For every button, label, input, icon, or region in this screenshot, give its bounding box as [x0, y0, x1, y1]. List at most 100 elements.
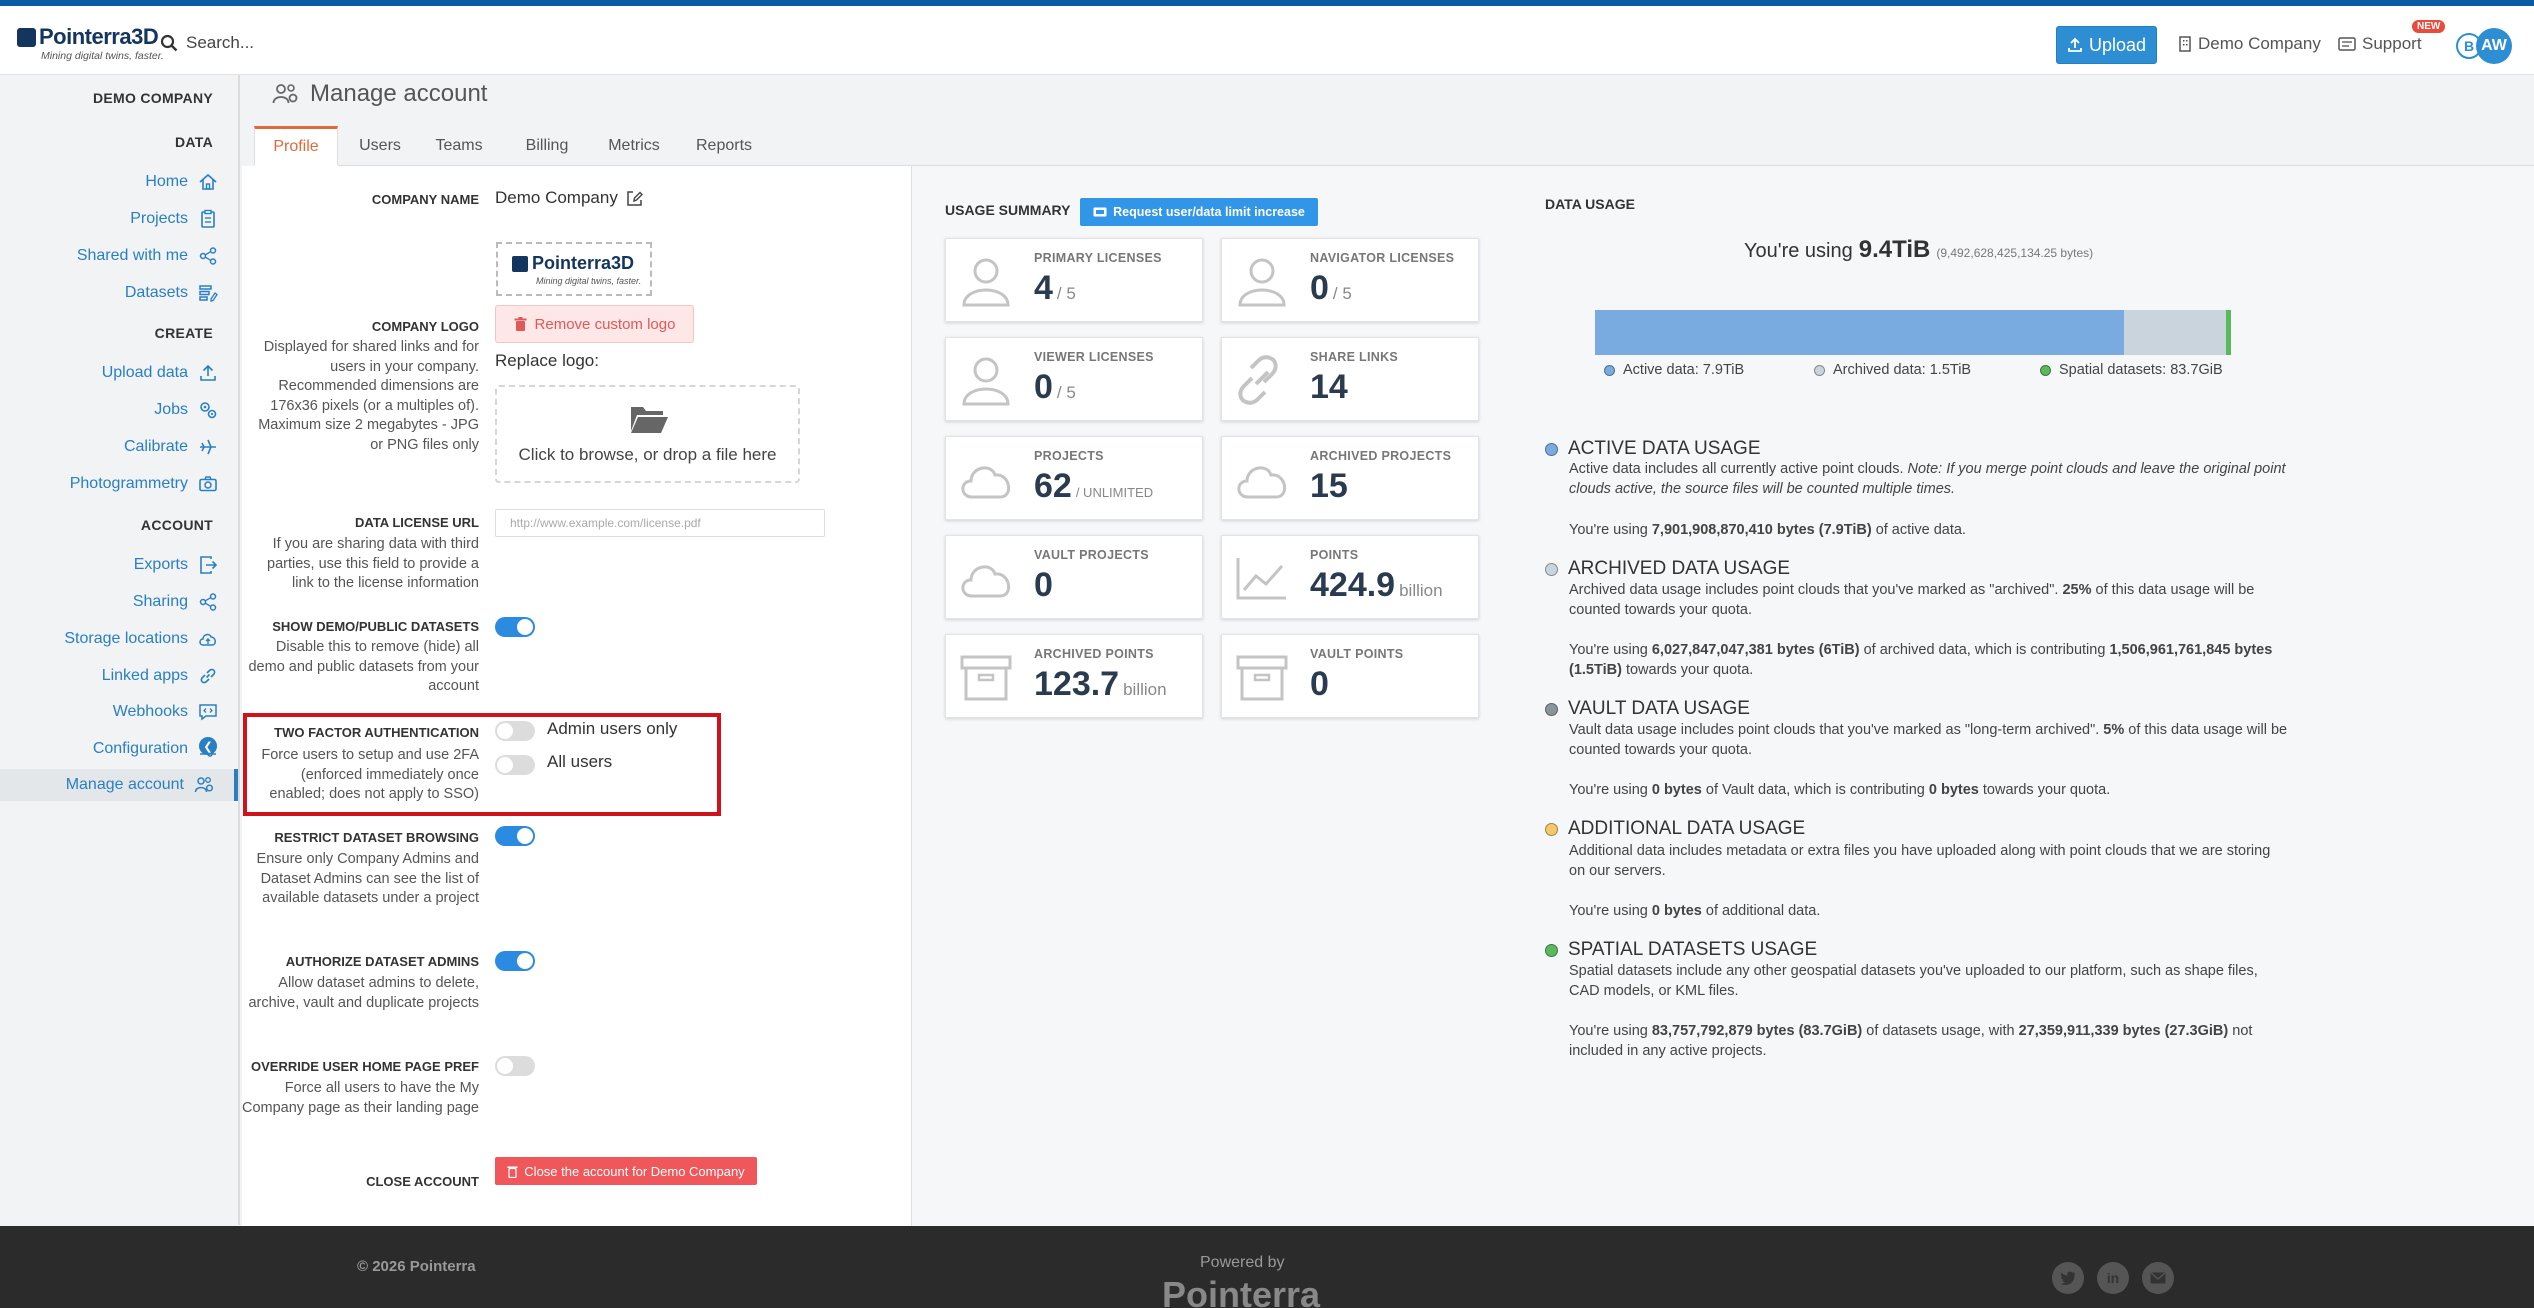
restrict-browsing-toggle[interactable] [495, 826, 535, 846]
sidebar-item-upload-data[interactable]: Upload data [102, 359, 218, 387]
archive-icon [958, 651, 1014, 703]
two-factor-help: Force users to setup and use 2FA (enforc… [261, 747, 479, 802]
remove-logo-button[interactable]: Remove custom logo [495, 305, 694, 343]
link-icon [1234, 354, 1290, 406]
active-usage-stat: You're using 7,901,908,870,410 bytes (7.… [1569, 522, 1966, 538]
override-home-toggle[interactable] [495, 1056, 535, 1076]
request-limit-button[interactable]: Request user/data limit increase [1080, 198, 1318, 226]
sidebar-item-jobs[interactable]: Jobs [154, 396, 218, 424]
logo-dropzone[interactable]: Click to browse, or drop a file here [495, 385, 800, 483]
linkedin-icon[interactable]: in [2097, 1262, 2129, 1294]
archive-icon [1234, 651, 1290, 703]
new-badge: NEW [2412, 20, 2446, 33]
card-value: 424.9 billion [1310, 566, 1443, 604]
sidebar-item-linked-apps[interactable]: Linked apps [102, 662, 218, 690]
bar-segment-spatial [2226, 310, 2231, 355]
usage-card-viewer-licenses: VIEWER LICENSES 0/ 5 [945, 337, 1203, 421]
clipboard-icon [201, 209, 215, 228]
sidebar-item-home[interactable]: Home [145, 168, 218, 196]
user-icon [958, 255, 1014, 307]
plane-icon [200, 439, 216, 455]
usage-card-archived-projects: ARCHIVED PROJECTS 15 [1221, 436, 1479, 520]
legend-active: Active data: 7.9TiB [1604, 362, 1744, 378]
additional-usage-heading: ADDITIONAL DATA USAGE [1545, 818, 1805, 840]
account-tabs: Profile Users Teams Billing Metrics Repo… [254, 126, 2534, 166]
usage-card-primary-licenses: PRIMARY LICENSES 4/ 5 [945, 238, 1203, 322]
usage-summary-title: USAGE SUMMARY [945, 202, 1071, 218]
authorize-admins-toggle[interactable] [495, 951, 535, 971]
edit-icon[interactable] [626, 190, 643, 207]
usage-card-vault-points: VAULT POINTS 0 [1221, 634, 1479, 718]
data-usage-total: You're using 9.4TiB (9,492,628,425,134.2… [1744, 236, 2094, 263]
tab-billing[interactable]: Billing [504, 126, 590, 166]
tab-profile[interactable]: Profile [254, 126, 338, 166]
cogs-icon [200, 402, 217, 419]
usage-card-archived-points: ARCHIVED POINTS 123.7 billion [945, 634, 1203, 718]
sidebar-item-manage-account[interactable]: Manage account [0, 769, 238, 801]
pointerra-logo[interactable]: Pointerra3D Mining digital twins, faster… [17, 24, 164, 64]
two-factor-admin-toggle[interactable] [495, 721, 535, 741]
trash-icon [514, 316, 527, 331]
share-nodes-icon [199, 247, 217, 265]
cloud-upload-icon [199, 633, 216, 646]
sidebar-item-shared-with-me[interactable]: Shared with me [77, 242, 218, 270]
card-title: VIEWER LICENSES [1034, 350, 1154, 364]
card-value: 123.7 billion [1034, 665, 1167, 703]
footer-copyright: © 2026 Pointerra [357, 1258, 476, 1275]
sidebar-item-datasets[interactable]: Datasets [125, 279, 218, 307]
spatial-usage-heading: SPATIAL DATASETS USAGE [1545, 939, 1817, 961]
close-account-button[interactable]: Close the account for Demo Company [495, 1157, 757, 1185]
usage-card-points: POINTS 424.9 billion [1221, 535, 1479, 619]
sidebar-item-webhooks[interactable]: Webhooks [113, 698, 218, 726]
sidebar-item-storage-locations[interactable]: Storage locations [64, 625, 218, 653]
sidebar-item-projects[interactable]: Projects [130, 205, 218, 233]
legend-dot-spatial [2040, 364, 2051, 376]
usage-card-navigator-licenses: NAVIGATOR LICENSES 0/ 5 [1221, 238, 1479, 322]
trash-icon [507, 1166, 518, 1178]
archived-usage-dot [1545, 562, 1558, 576]
sidebar-section-data: DATA [174, 134, 213, 150]
demo-datasets-toggle[interactable] [495, 617, 535, 637]
cloud-icon [958, 552, 1014, 604]
search-box[interactable]: Search... [160, 28, 254, 58]
sidebar-item-photogrammetry[interactable]: Photogrammetry [70, 470, 218, 498]
card-title: NAVIGATOR LICENSES [1310, 251, 1455, 265]
upload-button[interactable]: Upload [2056, 26, 2157, 64]
collapse-sidebar-icon[interactable]: ❮ [199, 737, 217, 755]
page-title: Manage account [272, 80, 487, 108]
override-home-label: OVERRIDE USER HOME PAGE PREF [250, 1059, 479, 1074]
footer-brand[interactable]: Pointerra [1162, 1274, 1320, 1308]
sidebar-item-calibrate[interactable]: Calibrate [124, 433, 218, 461]
cloud-icon [1234, 453, 1290, 505]
legend-spatial: Spatial datasets: 83.7GiB [2040, 362, 2223, 378]
authorize-admins-label: AUTHORIZE DATASET ADMINS [285, 954, 479, 969]
tab-metrics[interactable]: Metrics [590, 126, 678, 166]
tab-reports[interactable]: Reports [680, 126, 768, 166]
active-usage-heading: ACTIVE DATA USAGE [1545, 438, 1761, 460]
sidebar-item-sharing[interactable]: Sharing [133, 588, 218, 616]
tab-teams[interactable]: Teams [420, 126, 498, 166]
twitter-icon[interactable] [2052, 1262, 2084, 1294]
data-license-input[interactable]: http://www.example.com/license.pdf [495, 509, 825, 537]
ticket-icon [1093, 207, 1107, 217]
legend-dot-archived [1814, 364, 1825, 376]
email-icon[interactable] [2142, 1262, 2174, 1294]
card-value: 0 [1310, 665, 1329, 703]
search-placeholder: Search... [186, 33, 255, 52]
sidebar-item-exports[interactable]: Exports [134, 551, 218, 579]
card-value: 0 [1034, 566, 1053, 604]
legend-dot-active [1604, 364, 1615, 376]
sidebar-company: DEMO COMPANY [92, 90, 213, 106]
user-avatar[interactable]: AW [2476, 28, 2512, 64]
layers-edit-icon [199, 285, 218, 302]
card-value: 14 [1310, 368, 1348, 406]
bar-segment-active [1595, 310, 2124, 355]
two-factor-all-toggle[interactable] [495, 755, 535, 775]
users-cog-icon [272, 84, 298, 104]
support-menu[interactable]: Support [2338, 34, 2422, 54]
company-menu[interactable]: Demo Company [2178, 34, 2321, 54]
export-icon [200, 556, 218, 574]
tab-users[interactable]: Users [348, 126, 412, 166]
two-factor-label: TWO FACTOR AUTHENTICATION [274, 725, 479, 740]
demo-datasets-help: Disable this to remove (hide) all demo a… [248, 639, 479, 694]
